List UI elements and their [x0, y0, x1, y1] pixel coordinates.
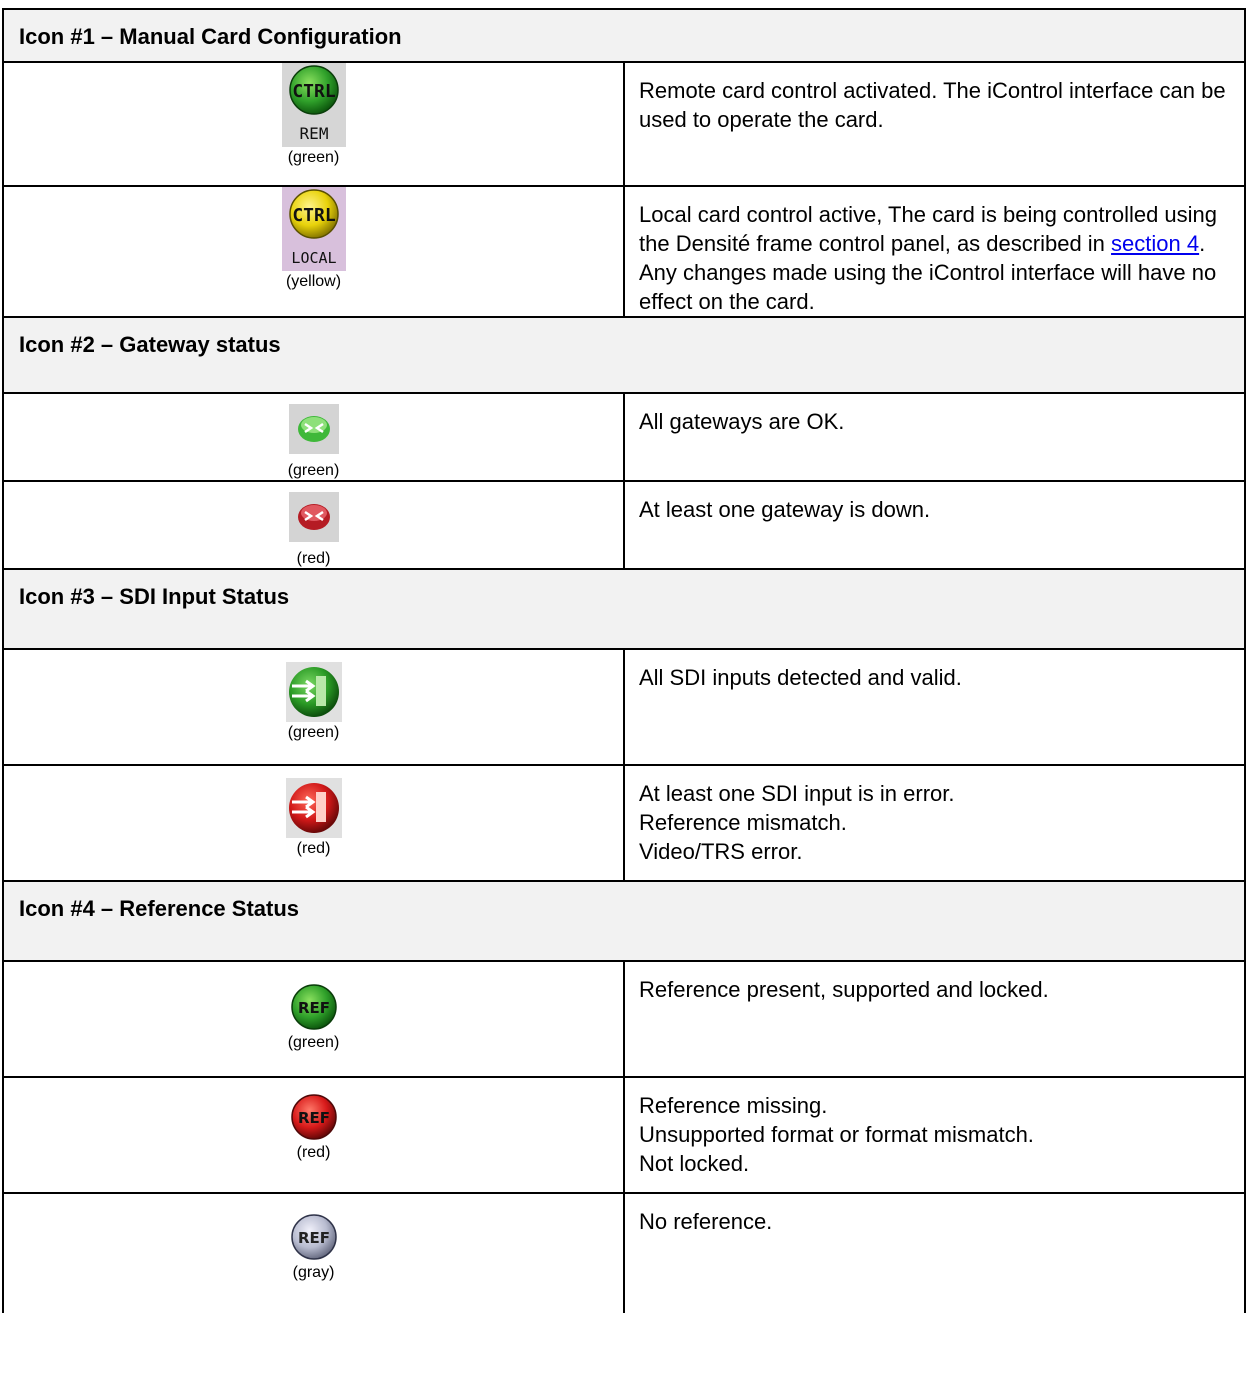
description-cell: Reference present, supported and locked.: [623, 960, 1246, 1078]
section-header-reference-status: Icon #4 – Reference Status: [2, 880, 1246, 962]
icon-cell: (red): [2, 480, 625, 570]
description-line: At least one SDI input is in error.: [639, 781, 955, 806]
description-cell: At least one gateway is down.: [623, 480, 1246, 570]
icon-caption: (green): [287, 462, 340, 479]
icon-caption: (green): [287, 724, 340, 741]
section-header-gateway-status: Icon #2 – Gateway status: [2, 316, 1246, 394]
ref-ok-icon: REF: [290, 984, 337, 1030]
description-line: Reference present, supported and locked.: [639, 977, 1049, 1002]
section-header-sdi-input-status: Icon #3 – SDI Input Status: [2, 568, 1246, 650]
icon-label: LOCAL: [291, 249, 336, 267]
description-line: At least one gateway is down.: [639, 497, 931, 522]
icon-cell: (red): [2, 764, 625, 882]
icon-caption: (red): [296, 550, 331, 567]
icon-text: REF: [297, 999, 329, 1017]
icon-cell: REF (gray): [2, 1192, 625, 1313]
icon-text: REF: [297, 1109, 329, 1127]
icon-cell: (green): [2, 392, 625, 482]
description-line: Not locked.: [639, 1151, 750, 1176]
description-cell: Reference missing. Unsupported format or…: [623, 1076, 1246, 1194]
icon-cell: (green): [2, 648, 625, 766]
icon-text: CTRL: [292, 81, 336, 102]
icon-caption: (green): [287, 1034, 340, 1051]
icon-caption: (gray): [292, 1264, 335, 1281]
sdi-input-error-icon: [285, 778, 342, 838]
description-cell: Local card control active, The card is b…: [623, 185, 1246, 318]
description-cell: No reference.: [623, 1192, 1246, 1313]
description-cell: All SDI inputs detected and valid.: [623, 648, 1246, 766]
icon-label: REM: [299, 124, 328, 143]
icon-caption: (red): [296, 840, 331, 857]
description-line: All gateways are OK.: [639, 409, 845, 434]
icon-cell: CTRL REM (green): [2, 61, 625, 187]
gateway-ok-icon: [288, 404, 339, 454]
gateway-down-icon: [288, 492, 339, 542]
description-cell: At least one SDI input is in error. Refe…: [623, 764, 1246, 882]
ref-none-icon: REF: [290, 1214, 337, 1260]
description-line: Remote card control activated. The iCont…: [639, 78, 1226, 132]
icon-cell: REF (red): [2, 1076, 625, 1194]
icon-text: CTRL: [292, 205, 336, 226]
section-header-manual-card-config: Icon #1 – Manual Card Configuration: [2, 8, 1246, 63]
icon-cell: CTRL LOCAL (yellow): [2, 185, 625, 318]
description-cell: Remote card control activated. The iCont…: [623, 61, 1246, 187]
description-line: Reference missing.: [639, 1093, 828, 1118]
ref-missing-icon: REF: [290, 1094, 337, 1140]
ctrl-local-icon: CTRL LOCAL: [281, 187, 346, 271]
description-line: No reference.: [639, 1209, 773, 1234]
section-4-link[interactable]: section 4: [1111, 231, 1199, 256]
description-line: Video/TRS error.: [639, 839, 803, 864]
description-line: Reference mismatch.: [639, 810, 847, 835]
icon-status-table: Icon #1 – Manual Card Configuration CTRL…: [2, 8, 1246, 1313]
icon-cell: REF (green): [2, 960, 625, 1078]
ctrl-rem-icon: CTRL REM: [281, 63, 346, 147]
icon-caption: (yellow): [285, 273, 342, 290]
sdi-input-ok-icon: [285, 662, 342, 722]
description-line: All SDI inputs detected and valid.: [639, 665, 962, 690]
icon-caption: (red): [296, 1144, 331, 1161]
description-line: Unsupported format or format mismatch.: [639, 1122, 1034, 1147]
description-cell: All gateways are OK.: [623, 392, 1246, 482]
icon-caption: (green): [287, 149, 340, 166]
icon-text: REF: [297, 1229, 329, 1247]
